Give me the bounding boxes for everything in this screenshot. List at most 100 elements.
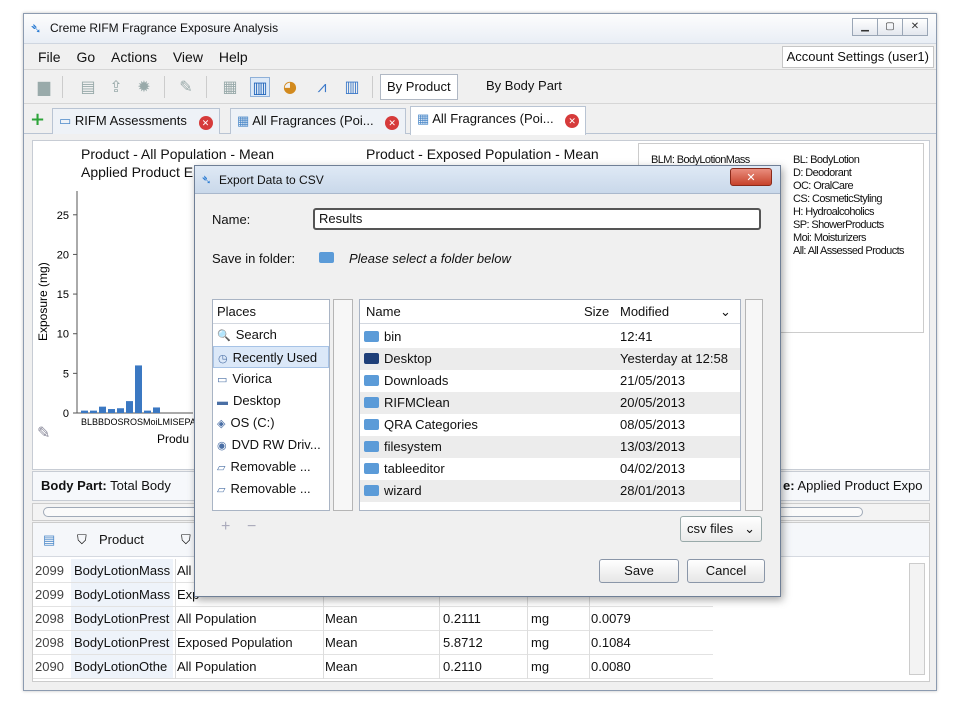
file-row[interactable]: Desktop Yesterday at 12:58 [360,348,740,370]
table-cell: mg [531,635,550,650]
place-label: OS (C:) [230,415,275,430]
chart1-plot: 0 5 10 15 20 25 Exposure (mg) BLBBDOSROSMoiLMIS… [36,191,202,446]
tab-bar: + ▭ RIFM Assessments ✕ ▦ All Fragrances … [24,104,936,135]
menu-bar: File Go Actions View Help Account Settin… [24,44,936,70]
filter-icon[interactable]: ⛉ [181,532,191,548]
home-folder-icon: ▭ [217,374,228,386]
edit-icon[interactable]: ✎ [176,77,196,97]
menu-view[interactable]: View [173,49,203,65]
export-grid-icon[interactable]: ▤ [43,532,55,548]
file-row[interactable]: tableeditor 04/02/2013 [360,458,740,480]
bar-chart-icon[interactable]: ▥ [250,77,270,97]
table-cell: Mean [325,659,358,674]
place-item[interactable]: ▭ Viorica [213,368,329,390]
file-modified: 13/03/2013 [620,439,686,454]
histogram-icon[interactable]: ▥ [342,77,362,97]
file-type-select[interactable]: csv files ⌄ [680,516,762,542]
file-row[interactable]: wizard 28/01/2013 [360,480,740,502]
close-tab-icon[interactable]: ✕ [198,116,213,130]
place-item[interactable]: ▬ Desktop [213,390,329,412]
tab-label: RIFM Assessments [74,113,187,128]
file-name: QRA Categories [384,417,478,432]
by-product-button[interactable]: By Product [380,74,458,100]
file-name: filesystem [384,439,442,454]
tab-rifm-assessments[interactable]: ▭ RIFM Assessments ✕ [52,108,220,134]
add-tab-icon[interactable]: + [30,109,45,130]
file-row[interactable]: filesystem 13/03/2013 [360,436,740,458]
column-size[interactable]: Size [584,304,609,319]
y-tick-label: 25 [57,210,69,222]
menu-file[interactable]: File [38,49,61,65]
place-item[interactable]: ▱ Removable ... [213,478,329,500]
files-scrollbar[interactable] [745,299,763,511]
export-icon[interactable]: ⇪ [106,77,126,97]
file-row[interactable]: Downloads 21/05/2013 [360,370,740,392]
line-chart-icon[interactable]: ⩘ [312,77,332,97]
file-modified: Yesterday at 12:58 [620,351,728,366]
menu-go[interactable]: Go [76,49,95,65]
menu-actions[interactable]: Actions [111,49,157,65]
filter-icon[interactable]: ⛉ [77,532,87,548]
file-row[interactable]: QRA Categories 08/05/2013 [360,414,740,436]
minimize-icon[interactable]: ▁ [852,18,878,36]
file-modified: 21/05/2013 [620,373,686,388]
folder-label: Save in folder: [212,251,296,266]
tab-all-fragrances-2[interactable]: ▦ All Fragrances (Poi... ✕ [410,106,587,135]
folder-icon [364,375,379,386]
save-button[interactable]: Save [599,559,679,583]
close-icon[interactable]: ✕ [902,18,928,36]
close-tab-icon[interactable]: ✕ [385,116,400,130]
table-icon[interactable]: ▦ [220,77,240,97]
table-row[interactable]: 2090 BodyLotionOthe All Population Mean 0.21… [33,655,713,679]
column-header-product[interactable]: Product [99,532,144,547]
add-place-icon[interactable]: + [221,518,230,536]
place-label: Viorica [232,371,272,386]
table-cell: 0.0080 [591,659,631,674]
export-chart-icon[interactable]: ✎ [37,423,50,442]
chevron-down-icon[interactable]: ⌄ [720,304,731,320]
save-icon[interactable]: ▆ [34,77,54,97]
place-item[interactable]: 🔍 Search [213,324,329,346]
vertical-scrollbar[interactable] [909,563,925,675]
y-tick-label: 0 [63,408,69,420]
column-modified[interactable]: Modified [620,304,669,319]
file-name: wizard [384,483,422,498]
place-item[interactable]: ◉ DVD RW Driv... [213,434,329,456]
table-row[interactable]: 2098 BodyLotionPrest All Population Mean 0.2… [33,607,713,631]
place-item[interactable]: ◈ OS (C:) [213,412,329,434]
exposure-type: e: Applied Product Expo [783,478,923,493]
dialog-close-icon[interactable]: ✕ [730,168,772,186]
cancel-button[interactable]: Cancel [687,559,765,583]
place-label: DVD RW Driv... [231,437,321,452]
table-cell: 2090 [35,659,64,674]
name-input[interactable]: Results [313,208,761,230]
tab-all-fragrances-1[interactable]: ▦ All Fragrances (Poi... ✕ [230,108,407,134]
places-scrollbar[interactable] [333,299,353,511]
file-modified: 08/05/2013 [620,417,686,432]
folder-icon [364,485,379,496]
place-item[interactable]: ◷ Recently Used [213,346,329,368]
remove-place-icon[interactable]: − [247,518,256,536]
file-name: RIFMClean [384,395,450,410]
place-label: Desktop [233,393,281,408]
export-dialog: ➴ Export Data to CSV ✕ Name: Results Sav… [194,165,781,597]
place-item[interactable]: ▱ Removable ... [213,456,329,478]
table-cell: All Population [177,659,257,674]
document-icon[interactable]: ▤ [78,77,98,97]
account-settings-button[interactable]: Account Settings (user1) [781,46,934,68]
place-label: Removable ... [230,459,311,474]
column-name[interactable]: Name [366,304,401,319]
exposure-type-label: e: [783,478,795,493]
by-body-part-button[interactable]: By Body Part [480,74,568,100]
close-tab-icon[interactable]: ✕ [565,114,580,128]
file-row[interactable]: RIFMClean 20/05/2013 [360,392,740,414]
file-row[interactable]: bin 12:41 [360,326,740,348]
menu-help[interactable]: Help [219,49,248,65]
file-name: Downloads [384,373,449,388]
bar [144,410,151,413]
maximize-icon[interactable]: ▢ [877,18,903,36]
gear-icon[interactable]: ✹ [134,77,154,97]
pie-chart-icon[interactable]: ◕ [280,77,300,97]
table-row[interactable]: 2098 BodyLotionPrest Exposed Population Mea… [33,631,713,655]
exposure-type-value: Applied Product Expo [797,478,923,493]
